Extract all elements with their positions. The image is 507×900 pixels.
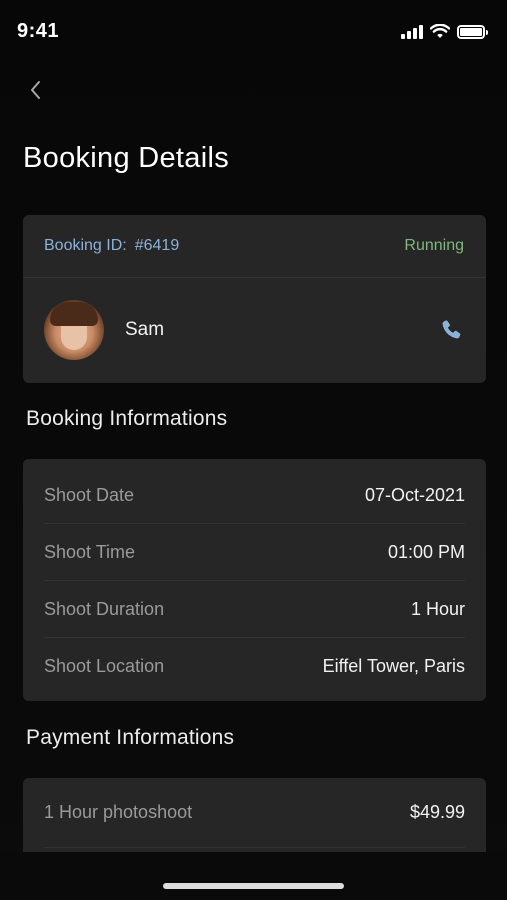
booking-id-row: Booking ID: #6419 Running bbox=[23, 215, 486, 278]
booking-card: Booking ID: #6419 Running Sam bbox=[23, 215, 486, 383]
info-value: 1 Hour bbox=[410, 598, 465, 619]
home-indicator[interactable] bbox=[163, 883, 344, 889]
info-value: 01:00 PM bbox=[387, 541, 465, 562]
bottom-bar bbox=[0, 852, 507, 900]
status-time: 9:41 bbox=[17, 20, 60, 42]
page-title: Booking Details bbox=[23, 142, 229, 174]
phone-icon bbox=[442, 320, 461, 339]
booking-info-card: Shoot Date 07-Oct-2021 Shoot Time 01:00 … bbox=[23, 459, 486, 701]
payment-row: 1 Hour photoshoot $49.99 bbox=[44, 778, 465, 848]
booking-id-value: #6419 bbox=[134, 237, 180, 254]
payment-info-title: Payment Informations bbox=[26, 726, 235, 749]
info-value: Eiffel Tower, Paris bbox=[322, 656, 465, 676]
info-label: Shoot Location bbox=[44, 656, 165, 676]
payment-value: $49.99 bbox=[409, 802, 465, 822]
info-label: Shoot Date bbox=[44, 484, 135, 505]
status-bar: 9:41 bbox=[0, 0, 507, 64]
payment-label: 1 Hour photoshoot bbox=[44, 802, 193, 822]
call-button[interactable] bbox=[438, 317, 464, 343]
booking-id-label: Booking ID: bbox=[44, 237, 127, 254]
booking-id: Booking ID: #6419 bbox=[44, 237, 179, 255]
booking-details-screen: 9:41 Booking Details Booking ID: #6419 R… bbox=[0, 0, 507, 900]
battery-icon bbox=[457, 24, 488, 39]
wifi-icon bbox=[430, 24, 450, 38]
info-value: 07-Oct-2021 bbox=[364, 484, 465, 505]
status-icons bbox=[401, 24, 488, 39]
info-row-shoot-location: Shoot Location Eiffel Tower, Paris bbox=[44, 638, 465, 695]
user-name: Sam bbox=[125, 319, 165, 340]
user-row: Sam bbox=[23, 278, 486, 382]
payment-info-card: 1 Hour photoshoot $49.99 bbox=[23, 778, 486, 858]
status-badge: Running bbox=[404, 237, 464, 254]
avatar bbox=[44, 300, 104, 360]
chevron-left-icon bbox=[31, 81, 40, 99]
info-label: Shoot Time bbox=[44, 541, 136, 562]
info-row-shoot-time: Shoot Time 01:00 PM bbox=[44, 524, 465, 581]
info-row-shoot-date: Shoot Date 07-Oct-2021 bbox=[44, 459, 465, 524]
booking-info-title: Booking Informations bbox=[26, 407, 228, 430]
cellular-signal-icon bbox=[401, 24, 423, 39]
info-label: Shoot Duration bbox=[44, 598, 165, 619]
back-button[interactable] bbox=[22, 76, 50, 104]
info-row-shoot-duration: Shoot Duration 1 Hour bbox=[44, 581, 465, 638]
